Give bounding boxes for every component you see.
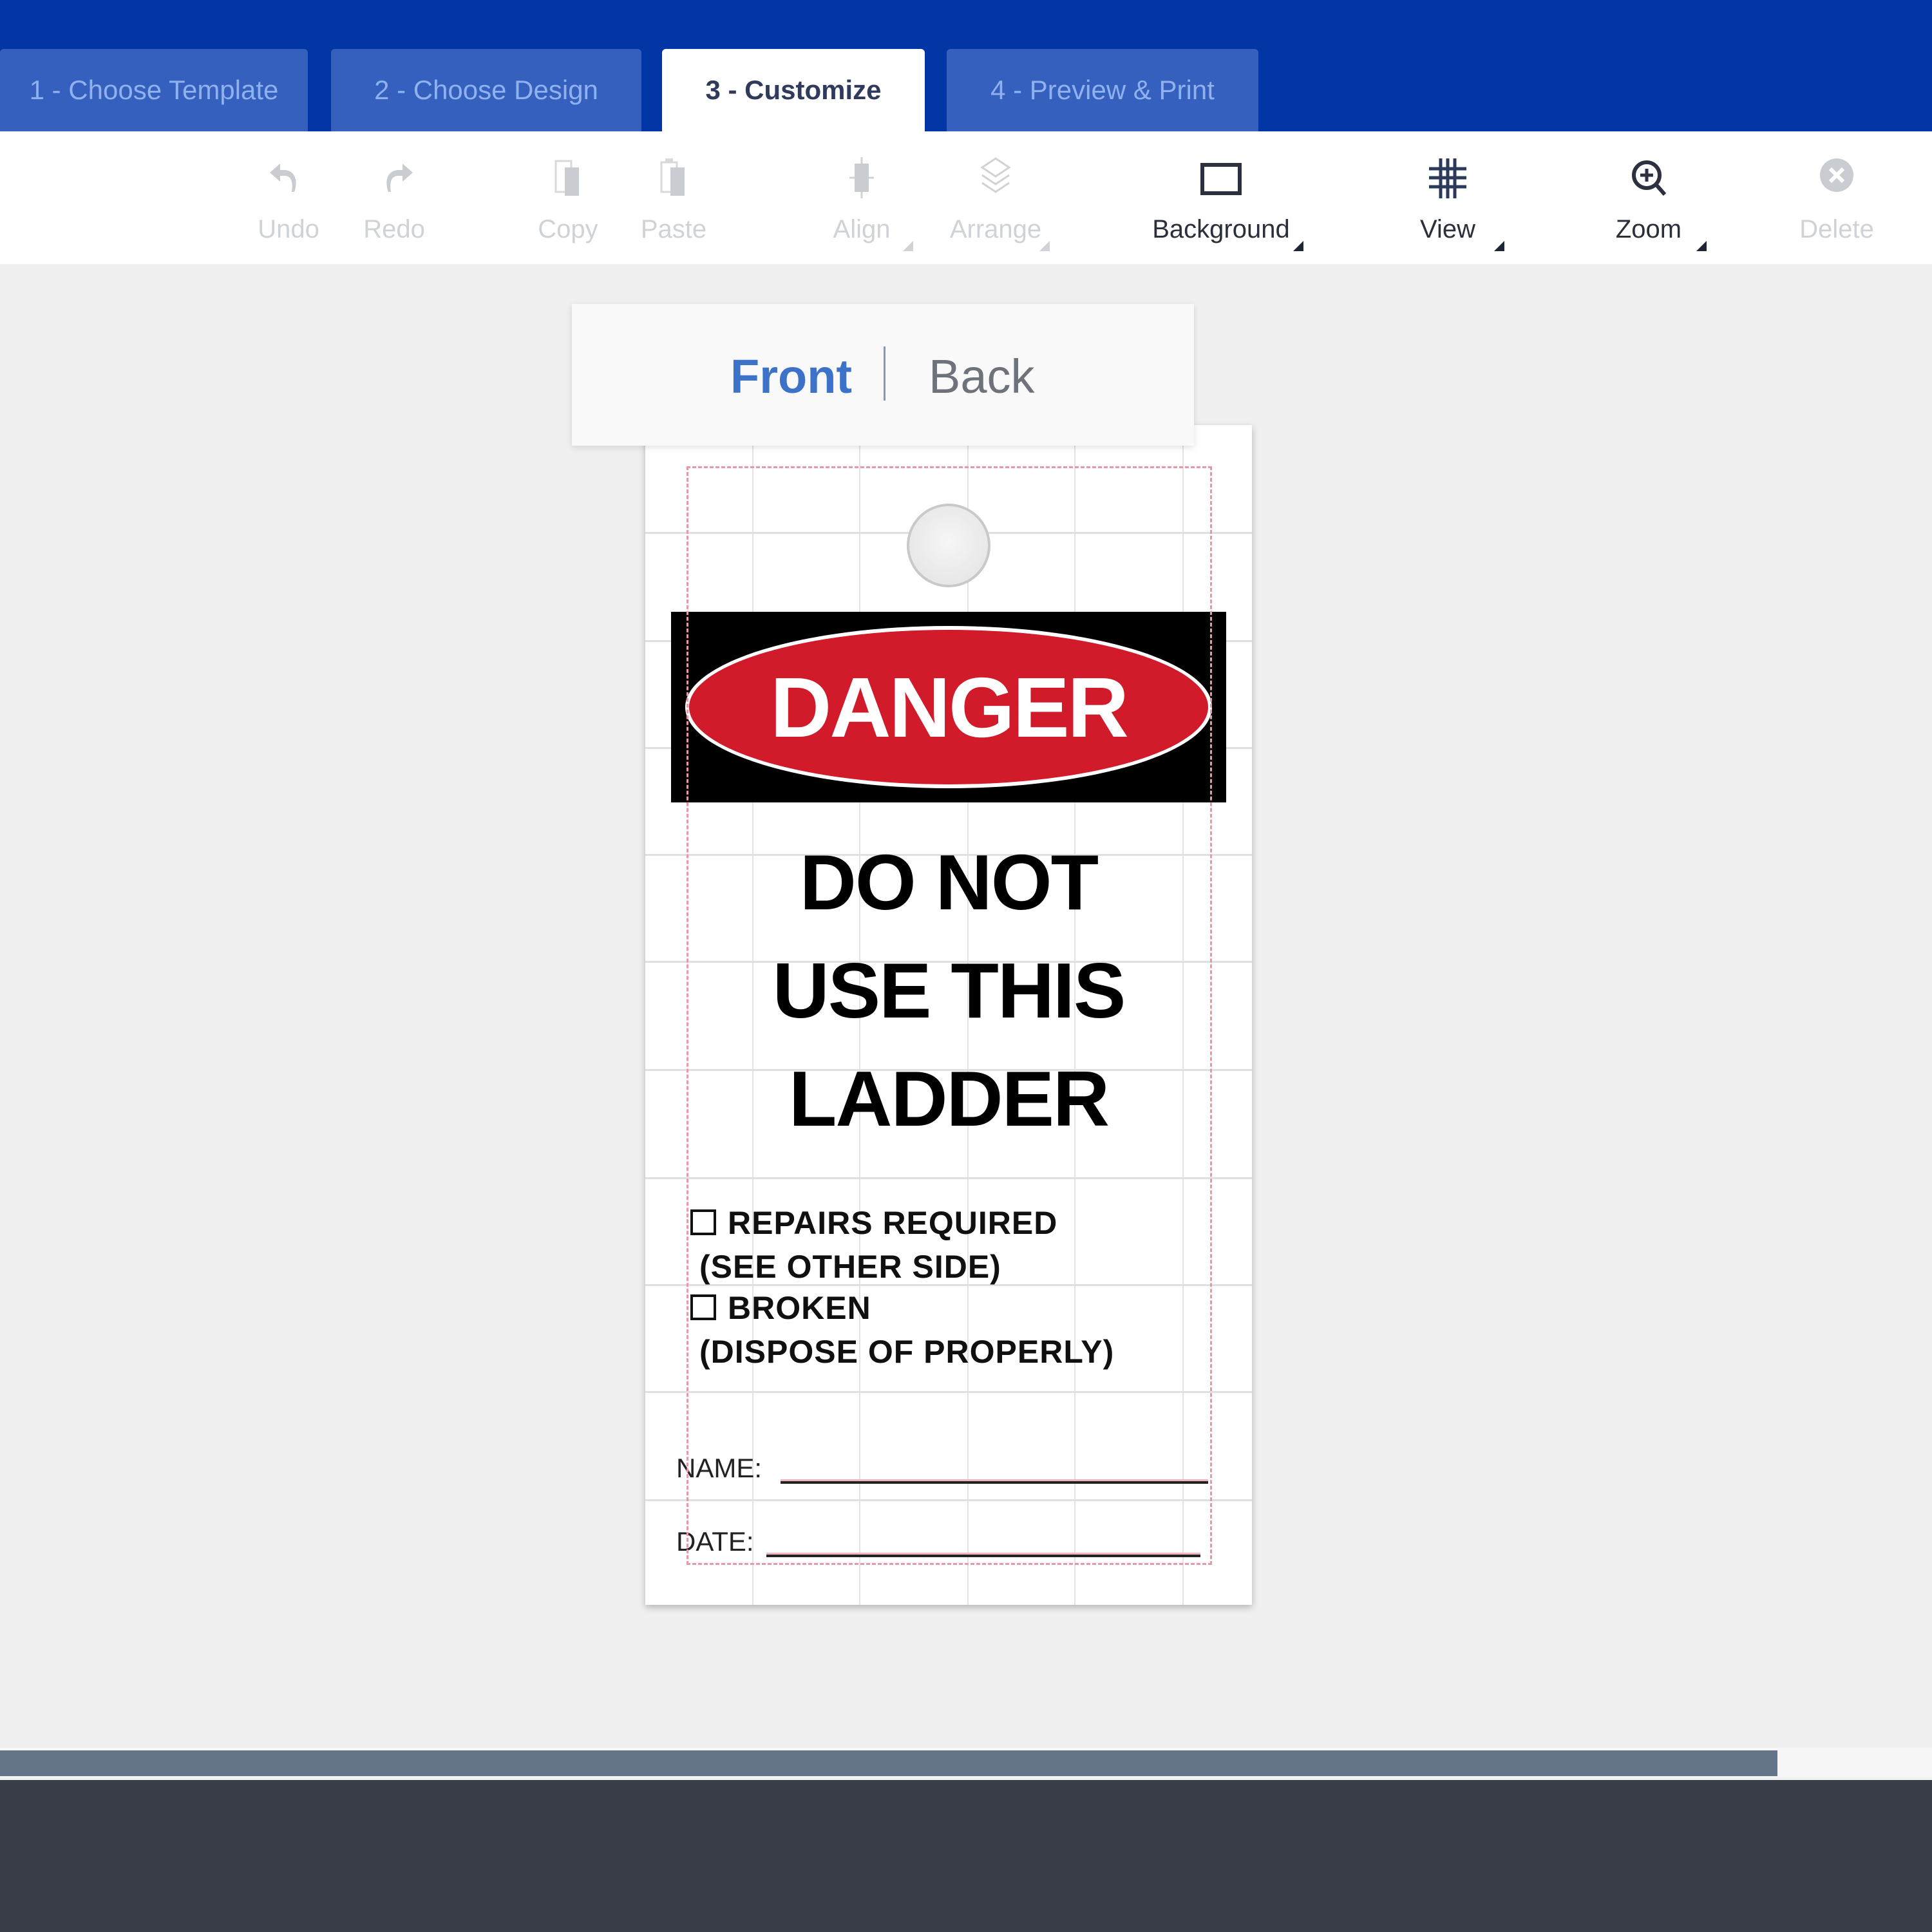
step-tab-customize[interactable]: 3 - Customize — [662, 49, 925, 131]
horizontal-scrollbar-thumb[interactable] — [0, 1750, 1777, 1776]
close-circle-icon — [1820, 158, 1853, 192]
tag-hole — [907, 504, 990, 587]
name-field-line[interactable] — [781, 1481, 1208, 1484]
step-tab-label: 2 - Choose Design — [374, 75, 598, 105]
checklist-subtext[interactable]: (SEE OTHER SIDE) — [699, 1248, 1001, 1285]
grid-line — [645, 1499, 1252, 1501]
back-side-button[interactable]: Back — [929, 349, 1035, 404]
date-field-label: DATE: — [676, 1526, 754, 1557]
step-tab-label: 4 - Preview & Print — [990, 75, 1215, 105]
step-tab-label: 1 - Choose Template — [29, 75, 279, 105]
background-button[interactable]: Background — [1144, 151, 1303, 254]
danger-oval: DANGER — [685, 626, 1212, 788]
headline-line-2[interactable]: USE THIS — [645, 945, 1252, 1036]
copy-button[interactable]: Copy — [510, 151, 626, 254]
checklist-text: BROKEN — [728, 1290, 871, 1326]
checkbox-icon — [690, 1294, 716, 1320]
headline-line-1[interactable]: DO NOT — [645, 837, 1252, 927]
layers-icon — [980, 157, 1011, 193]
tag-canvas[interactable]: DANGER DO NOT USE THIS LADDER REPAIRS RE… — [645, 425, 1252, 1605]
zoom-in-icon — [1632, 160, 1667, 196]
paste-label: Paste — [640, 215, 707, 243]
checklist-text: REPAIRS REQUIRED — [728, 1205, 1058, 1241]
align-center-icon — [849, 157, 874, 198]
align-button[interactable]: Align — [804, 151, 920, 254]
zoom-label: Zoom — [1615, 215, 1682, 243]
delete-label: Delete — [1799, 215, 1874, 243]
grid-icon — [1429, 158, 1466, 198]
checkbox-icon — [690, 1209, 716, 1235]
editor-toolbar: Undo Redo Copy Paste Align Arrange Backg… — [0, 131, 1932, 264]
front-side-button[interactable]: Front — [730, 349, 852, 404]
copy-icon — [554, 160, 579, 196]
date-field-line[interactable] — [766, 1555, 1200, 1557]
delete-button[interactable]: Delete — [1779, 151, 1895, 254]
background-label: Background — [1152, 215, 1290, 243]
side-switch: Front Back — [572, 304, 1194, 446]
name-field-label: NAME: — [676, 1453, 762, 1483]
zoom-dropdown-caret — [1696, 241, 1707, 251]
grid-line — [645, 1177, 1252, 1179]
background-dropdown-caret — [1293, 241, 1303, 251]
checklist-item-broken[interactable]: BROKEN — [690, 1289, 871, 1327]
redo-label: Redo — [363, 215, 425, 243]
checklist-item-repairs[interactable]: REPAIRS REQUIRED — [690, 1204, 1057, 1242]
footer-bar — [0, 1780, 1932, 1932]
paste-button[interactable]: Paste — [616, 151, 732, 254]
step-tab-preview-print[interactable]: 4 - Preview & Print — [947, 49, 1258, 131]
view-label: View — [1420, 215, 1475, 243]
redo-button[interactable]: Redo — [336, 151, 452, 254]
paste-icon — [660, 158, 685, 196]
danger-header-image[interactable]: DANGER — [671, 612, 1226, 802]
step-tab-choose-design[interactable]: 2 - Choose Design — [331, 49, 641, 131]
arrange-dropdown-caret — [1039, 241, 1050, 251]
arrange-button[interactable]: Arrange — [938, 151, 1054, 254]
grid-line — [645, 1391, 1252, 1393]
rectangle-icon — [1200, 163, 1242, 195]
step-tab-choose-template[interactable]: 1 - Choose Template — [0, 49, 308, 131]
zoom-button[interactable]: Zoom — [1591, 151, 1707, 254]
align-dropdown-caret — [903, 241, 913, 251]
view-button[interactable]: View — [1390, 151, 1506, 254]
undo-icon — [270, 164, 296, 192]
redo-icon — [386, 164, 413, 192]
copy-label: Copy — [538, 215, 598, 243]
undo-label: Undo — [258, 215, 319, 243]
checklist-subtext[interactable]: (DISPOSE OF PROPERLY) — [699, 1333, 1114, 1370]
arrange-label: Arrange — [949, 215, 1042, 243]
wizard-header: 1 - Choose Template 2 - Choose Design 3 … — [0, 0, 1932, 131]
view-dropdown-caret — [1494, 241, 1504, 251]
danger-word: DANGER — [770, 659, 1129, 755]
headline-line-3[interactable]: LADDER — [645, 1054, 1252, 1144]
align-label: Align — [833, 215, 891, 243]
side-switch-divider — [884, 346, 886, 401]
undo-button[interactable]: Undo — [231, 151, 346, 254]
step-tab-label: 3 - Customize — [705, 75, 882, 105]
